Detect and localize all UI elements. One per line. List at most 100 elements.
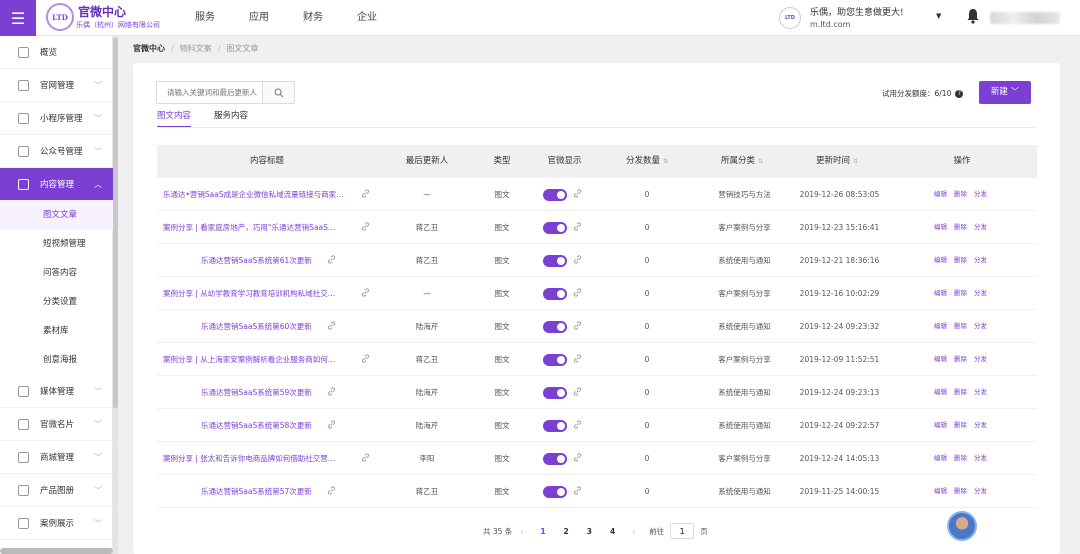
delete-button[interactable]: 删除 xyxy=(954,223,967,231)
help-icon[interactable]: ? xyxy=(955,90,964,98)
edit-button[interactable]: 编辑 xyxy=(934,388,947,396)
edit-button[interactable]: 编辑 xyxy=(934,289,947,297)
link-icon[interactable] xyxy=(573,255,582,264)
display-toggle[interactable] xyxy=(543,486,567,498)
distribute-button[interactable]: 分发 xyxy=(974,355,987,363)
next-page-icon[interactable]: › xyxy=(632,527,635,536)
article-title-link[interactable]: 乐通达营销SaaS系统第58次更新 xyxy=(201,409,319,442)
delete-button[interactable]: 删除 xyxy=(954,454,967,462)
delete-button[interactable]: 删除 xyxy=(954,322,967,330)
article-title-link[interactable]: 乐通达•营销SaaS成是企业微信私域流量链接与商家… xyxy=(163,178,359,211)
page-4[interactable]: 4 xyxy=(610,527,615,536)
article-title-link[interactable]: 乐通达营销SaaS系统第57次更新 xyxy=(201,475,319,508)
display-toggle[interactable] xyxy=(543,387,567,399)
article-title-link[interactable]: 案例分享 | 张太和告诉你电商品牌如何借助社交营… xyxy=(163,442,359,475)
sidebar-scrollbar[interactable] xyxy=(0,548,113,554)
page-3[interactable]: 3 xyxy=(587,527,592,536)
link-icon[interactable] xyxy=(573,453,582,462)
col-count[interactable]: 分发数量 ⇅ xyxy=(607,145,687,178)
edit-button[interactable]: 编辑 xyxy=(934,322,947,330)
delete-button[interactable]: 删除 xyxy=(954,355,967,363)
prev-page-icon[interactable]: ‹ xyxy=(520,527,523,536)
article-title-link[interactable]: 乐通达营销SaaS系统第60次更新 xyxy=(201,310,319,343)
breadcrumb-materials[interactable]: 物料文案 xyxy=(180,44,212,53)
distribute-button[interactable]: 分发 xyxy=(974,190,987,198)
link-icon[interactable] xyxy=(327,255,336,264)
sidebar-sub-qa[interactable]: 问答内容 xyxy=(0,259,113,288)
distribute-button[interactable]: 分发 xyxy=(974,256,987,264)
sidebar-item-media[interactable]: 媒体管理 ﹀ xyxy=(0,375,113,408)
article-title-link[interactable]: 乐通达营销SaaS系统第59次更新 xyxy=(201,376,319,409)
distribute-button[interactable]: 分发 xyxy=(974,421,987,429)
display-toggle[interactable] xyxy=(543,222,567,234)
tab-article-content[interactable]: 图文内容 xyxy=(157,110,192,128)
sidebar-sub-categories[interactable]: 分类设置 xyxy=(0,288,113,317)
link-icon[interactable] xyxy=(327,486,336,495)
sidebar-item-cards[interactable]: 官微名片 ﹀ xyxy=(0,408,113,441)
edit-button[interactable]: 编辑 xyxy=(934,256,947,264)
top-nav-apps[interactable]: 应用 xyxy=(249,0,303,36)
link-icon[interactable] xyxy=(573,486,582,495)
delete-button[interactable]: 删除 xyxy=(954,487,967,495)
sort-icon[interactable]: ⇅ xyxy=(663,158,668,165)
vertical-scrollbar-thumb[interactable] xyxy=(113,38,118,408)
tab-service-content[interactable]: 服务内容 xyxy=(214,110,248,128)
link-icon[interactable] xyxy=(327,420,336,429)
edit-button[interactable]: 编辑 xyxy=(934,487,947,495)
delete-button[interactable]: 删除 xyxy=(954,421,967,429)
article-title-link[interactable]: 案例分享 | 看家庭房地产，巧用“乐通达营销SaaS… xyxy=(163,211,359,244)
sidebar-sub-videos[interactable]: 短视频管理 xyxy=(0,230,113,259)
link-icon[interactable] xyxy=(573,387,582,396)
top-nav-enterprise[interactable]: 企业 xyxy=(357,0,411,36)
link-icon[interactable] xyxy=(573,288,582,297)
sidebar-item-products[interactable]: 产品图册 ﹀ xyxy=(0,474,113,507)
sort-icon[interactable]: ⇅ xyxy=(758,158,763,165)
delete-button[interactable]: 删除 xyxy=(954,289,967,297)
page-2[interactable]: 2 xyxy=(564,527,569,536)
user-avatar[interactable]: LTD xyxy=(779,7,801,29)
link-icon[interactable] xyxy=(573,354,582,363)
link-icon[interactable] xyxy=(573,420,582,429)
distribute-button[interactable]: 分发 xyxy=(974,487,987,495)
link-icon[interactable] xyxy=(361,189,370,198)
distribute-button[interactable]: 分发 xyxy=(974,289,987,297)
sidebar-item-cases[interactable]: 案例展示 ﹀ xyxy=(0,507,113,540)
article-title-link[interactable]: 乐通达营销SaaS系统第61次更新 xyxy=(201,244,319,277)
sidebar-item-content[interactable]: 内容管理 ︿ xyxy=(0,168,113,201)
sidebar-item-website[interactable]: 官网管理 ﹀ xyxy=(0,69,113,102)
distribute-button[interactable]: 分发 xyxy=(974,223,987,231)
sidebar-item-miniprogram[interactable]: 小程序管理 ﹀ xyxy=(0,102,113,135)
edit-button[interactable]: 编辑 xyxy=(934,355,947,363)
article-title-link[interactable]: 案例分享 | 从上海家安案例解析看企业服务商如何… xyxy=(163,343,359,376)
delete-button[interactable]: 删除 xyxy=(954,190,967,198)
edit-button[interactable]: 编辑 xyxy=(934,454,947,462)
delete-button[interactable]: 删除 xyxy=(954,388,967,396)
link-icon[interactable] xyxy=(361,354,370,363)
sort-icon[interactable]: ⇅ xyxy=(853,158,858,165)
sidebar-item-mall[interactable]: 商城管理 ﹀ xyxy=(0,441,113,474)
display-toggle[interactable] xyxy=(543,189,567,201)
distribute-button[interactable]: 分发 xyxy=(974,322,987,330)
hamburger-menu-icon[interactable]: ☰ xyxy=(0,0,36,36)
caret-down-icon[interactable]: ▼ xyxy=(936,12,941,20)
link-icon[interactable] xyxy=(327,321,336,330)
display-toggle[interactable] xyxy=(543,255,567,267)
edit-button[interactable]: 编辑 xyxy=(934,223,947,231)
edit-button[interactable]: 编辑 xyxy=(934,421,947,429)
display-toggle[interactable] xyxy=(543,453,567,465)
distribute-button[interactable]: 分发 xyxy=(974,454,987,462)
link-icon[interactable] xyxy=(361,453,370,462)
display-toggle[interactable] xyxy=(543,321,567,333)
link-icon[interactable] xyxy=(361,222,370,231)
delete-button[interactable]: 删除 xyxy=(954,256,967,264)
display-toggle[interactable] xyxy=(543,354,567,366)
sidebar-item-official-account[interactable]: 公众号管理 ﹀ xyxy=(0,135,113,168)
distribute-button[interactable]: 分发 xyxy=(974,388,987,396)
sidebar-item-overview[interactable]: 概览 xyxy=(0,36,113,69)
top-nav-finance[interactable]: 财务 xyxy=(303,0,357,36)
link-icon[interactable] xyxy=(573,222,582,231)
edit-button[interactable]: 编辑 xyxy=(934,190,947,198)
col-category[interactable]: 所属分类 ⇅ xyxy=(702,145,782,178)
new-button[interactable]: 新建 ﹀ xyxy=(979,81,1031,104)
article-title-link[interactable]: 案例分享 | 从幼学教育学习教育培训机构私域社交… xyxy=(163,277,359,310)
